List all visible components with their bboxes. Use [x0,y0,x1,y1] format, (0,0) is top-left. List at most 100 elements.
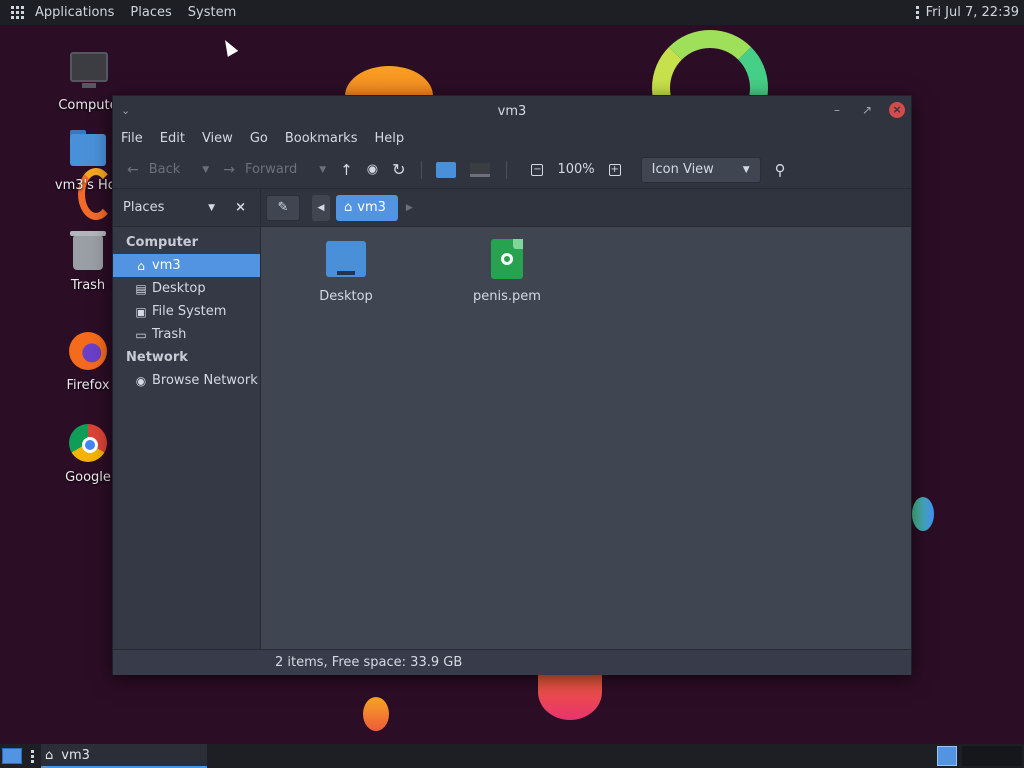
back-label: Back [148,162,181,177]
window-menu-icon[interactable]: ⌄ [121,104,130,117]
sidebar-item-vm3[interactable]: ⌂ vm3 [113,254,260,277]
home-folder-icon[interactable] [436,161,457,178]
firefox-icon [67,330,109,372]
menu-help[interactable]: Help [374,131,404,146]
desktop-icon-label: Firefox [66,378,110,393]
sidebar: Computer ⌂ vm3 ▤ Desktop ▣ File System ▭… [113,227,261,649]
trash-icon [67,230,109,272]
search-icon[interactable]: ⚲ [775,161,786,179]
file-manager-window: ⌄ vm3 – ↗ × File Edit View Go Bookmarks … [112,95,912,675]
window-title: vm3 [497,103,527,119]
arrow-right-icon: → [223,161,235,178]
edit-location-button[interactable]: ✎ [266,194,300,221]
reload-icon[interactable]: ↻ [392,160,405,179]
view-mode-select[interactable]: Icon View ▼ [640,156,761,183]
panel-status-area: Fri Jul 7, 22:39 [915,5,1019,20]
content-area: Computer ⌂ vm3 ▤ Desktop ▣ File System ▭… [113,227,911,649]
apps-grid-icon[interactable] [11,5,25,20]
sidebar-item-label: Trash [152,327,187,342]
workspace-2[interactable] [962,746,1022,766]
computer-icon[interactable] [470,162,491,177]
home-folder-icon [67,130,109,172]
arrow-up-icon[interactable]: ↑ [340,161,353,179]
close-icon[interactable]: × [235,200,246,215]
stop-icon[interactable]: ◉ [367,162,378,177]
trash-icon: ▭ [135,327,147,342]
chrome-icon [67,422,109,464]
bottom-panel: ⌂ vm3 [0,744,1024,768]
back-button[interactable]: ← Back ▼ [127,162,209,178]
maximize-icon[interactable]: ↗ [859,103,875,117]
taskbar-item-vm3[interactable]: ⌂ vm3 [41,744,207,768]
network-icon: ◉ [135,373,147,388]
sidebar-item-trash[interactable]: ▭ Trash [113,323,260,346]
show-desktop-button[interactable] [2,748,22,764]
file-name: penis.pem [473,289,541,304]
breadcrumb-label: vm3 [357,200,386,215]
minimize-icon[interactable]: – [829,103,845,117]
toolbar: ← Back ▼ → Forward ▼ ↑ ◉ ↻ − 100% + Icon… [113,151,911,189]
sidebar-item-label: vm3 [152,258,181,273]
sidebar-item-label: File System [152,304,227,319]
chevron-down-icon[interactable]: ▼ [319,165,326,175]
system-menu[interactable]: System [188,5,236,20]
forward-label: Forward [244,162,298,177]
menubar: File Edit View Go Bookmarks Help [113,126,911,151]
applications-menu[interactable]: Applications [35,5,114,20]
window-controls: – ↗ × [829,102,905,118]
file-name: Desktop [319,289,373,304]
menu-file[interactable]: File [121,131,143,146]
arrow-left-icon: ← [127,161,139,178]
workspace-1[interactable] [937,746,957,766]
desktop-icon-label: Trash [70,278,106,293]
home-icon: ⌂ [344,200,353,215]
menu-view[interactable]: View [202,131,233,146]
places-menu[interactable]: Places [130,5,171,20]
home-icon: ⌂ [137,258,145,273]
window-titlebar[interactable]: ⌄ vm3 – ↗ × [113,96,911,126]
desktop-icon-label: Google [65,470,111,485]
zoom-out-icon[interactable]: − [531,163,544,176]
desktop-icon: ▤ [135,281,147,296]
chevron-down-icon: ▼ [742,164,750,175]
sidebar-item-browse-network[interactable]: ◉ Browse Network [113,369,260,392]
sidebar-section-network: Network [126,350,188,365]
zoom-level: 100% [557,162,595,177]
sidebar-item-file-system[interactable]: ▣ File System [113,300,260,323]
file-view[interactable]: Desktop penis.pem [261,227,911,649]
sidebar-mode-select[interactable]: Places [123,200,208,215]
monitor-icon [67,50,109,92]
panel-handle-icon[interactable] [31,749,34,763]
toolbar-separator [506,160,508,179]
breadcrumb-vm3[interactable]: ⌂ vm3 [336,194,398,221]
panel-handle-icon[interactable] [915,6,919,19]
view-mode-value: Icon View [651,162,714,177]
zoom-in-icon[interactable]: + [608,163,621,176]
wallpaper-shape [363,697,389,731]
top-panel: Applications Places System Fri Jul 7, 22… [0,0,1024,25]
chevron-down-icon[interactable]: ▼ [208,203,215,213]
chevron-right-icon[interactable]: ▶ [406,203,413,213]
file-item-pem[interactable]: penis.pem [457,239,557,304]
folder-icon [324,239,368,281]
menu-go[interactable]: Go [250,131,268,146]
menu-edit[interactable]: Edit [160,131,185,146]
status-bar: 2 items, Free space: 33.9 GB [113,649,911,675]
file-item-desktop[interactable]: Desktop [296,239,396,304]
status-text: 2 items, Free space: 33.9 GB [275,655,463,670]
desktop-icon-label: Compute [58,98,118,113]
sidebar-item-desktop[interactable]: ▤ Desktop [113,277,260,300]
certificate-file-icon [485,239,529,281]
sidebar-header: Places ▼ × [113,188,261,227]
wallpaper-shape [912,497,934,531]
sidebar-section-computer: Computer [126,235,199,250]
clock[interactable]: Fri Jul 7, 22:39 [926,5,1019,20]
chevron-down-icon[interactable]: ▼ [202,165,209,175]
close-icon[interactable]: × [889,102,905,118]
menu-bookmarks[interactable]: Bookmarks [285,131,358,146]
chevron-left-icon[interactable]: ◀ [312,194,330,221]
sidebar-item-label: Browse Network [152,373,258,388]
location-bar: Places ▼ × ✎ ◀ ⌂ vm3 ▶ [113,188,911,227]
sidebar-item-label: Desktop [152,281,206,296]
forward-button[interactable]: → Forward ▼ [223,162,326,178]
